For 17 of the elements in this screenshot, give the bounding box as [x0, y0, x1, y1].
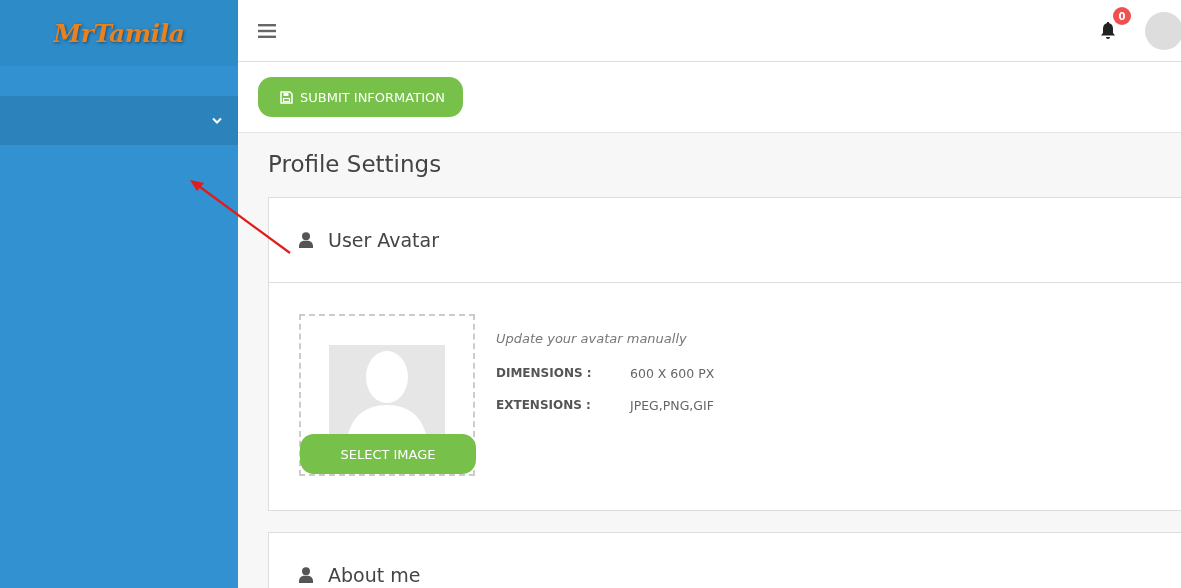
hint-text: Update your avatar manually	[496, 331, 688, 346]
detail-value: JPEG,PNG,GIF	[630, 398, 714, 413]
image-drop-area[interactable]: SELECT IMAGE	[299, 314, 475, 476]
user-icon	[299, 232, 313, 248]
chevron-icon	[212, 117, 222, 124]
notification-count: 0	[1113, 7, 1131, 25]
user-icon	[299, 567, 313, 583]
submit-button[interactable]: SUBMIT INFORMATION	[258, 77, 463, 117]
card-title: User Avatar	[328, 229, 440, 251]
bell-icon[interactable]	[1099, 21, 1117, 40]
detail-label: DIMENSIONS :	[496, 366, 593, 381]
page-title: Profile Settings	[268, 151, 443, 177]
detail-value: 600 X 600 PX	[630, 366, 715, 381]
card-title: About me	[328, 564, 421, 586]
menu-icon[interactable]	[258, 23, 276, 38]
select-image-button[interactable]: SELECT IMAGE	[300, 434, 476, 474]
detail-label: EXTENSIONS :	[496, 398, 592, 413]
